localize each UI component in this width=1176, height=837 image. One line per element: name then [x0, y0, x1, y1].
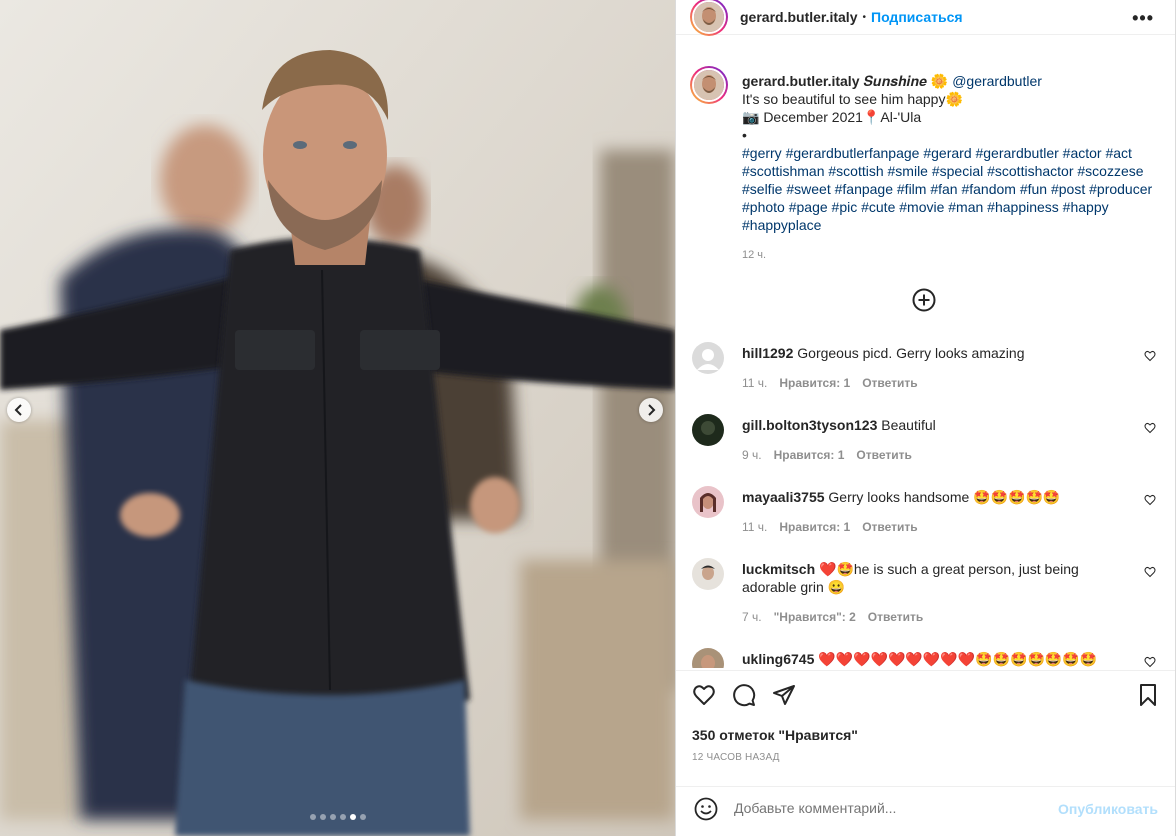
carousel-indicator	[0, 814, 675, 820]
previous-photo-button[interactable]	[7, 398, 31, 422]
comment-like-icon[interactable]	[1144, 422, 1156, 434]
follow-button[interactable]: Подписаться	[871, 9, 963, 25]
commenter-avatar[interactable]	[692, 648, 724, 668]
comment-time: 11 ч.	[742, 520, 768, 534]
commenter-avatar[interactable]	[692, 414, 724, 446]
emoji-smile-icon[interactable]	[694, 797, 718, 821]
caption-line: •	[742, 127, 747, 143]
comment-like-icon[interactable]	[1144, 350, 1156, 362]
comment-username[interactable]: gill.bolton3tyson123	[742, 417, 877, 433]
comment-username[interactable]: luckmitsch	[742, 561, 815, 577]
caption-line: 📷 December 2021📍Al-'Ula	[742, 109, 922, 125]
comment-like-icon[interactable]	[1144, 494, 1156, 506]
comment-time: 11 ч.	[742, 376, 768, 390]
comment-reply-button[interactable]: Ответить	[856, 448, 911, 462]
comment-composer: Опубликовать	[676, 786, 1176, 837]
action-bar	[692, 683, 1160, 713]
caption-line: It's so beautiful to see him happy🌼	[742, 91, 963, 107]
comment-username[interactable]: hill1292	[742, 345, 793, 361]
comment-text: mayaali3755 Gerry looks handsome 🤩🤩🤩🤩🤩	[742, 488, 1122, 506]
comment-reply-button[interactable]: Ответить	[868, 610, 923, 624]
comment-text: ukling6745 ❤️❤️❤️❤️❤️❤️❤️❤️❤️🤩🤩🤩🤩🤩🤩🤩	[742, 650, 1142, 668]
comment-meta: 9 ч. Нравится: 1 Ответить	[742, 448, 912, 462]
post-timestamp: 12 ЧАСОВ НАЗАД	[692, 752, 780, 763]
avatar-image	[694, 70, 724, 100]
avatar-image	[694, 2, 724, 32]
like-heart-icon[interactable]	[692, 683, 716, 707]
carousel-dot-active	[349, 814, 356, 820]
divider	[676, 670, 1176, 671]
publish-button[interactable]: Опубликовать	[1058, 801, 1158, 817]
comment-meta: 11 ч. Нравится: 1 Ответить	[742, 520, 918, 534]
comment-username[interactable]: ukling6745	[742, 651, 814, 667]
comment-body: Beautiful	[881, 417, 936, 433]
caption-avatar[interactable]	[690, 66, 728, 104]
caption-username[interactable]: gerard.butler.italy	[742, 73, 859, 89]
comment-like-icon[interactable]	[1144, 656, 1156, 668]
next-photo-button[interactable]	[639, 398, 663, 422]
comment-text: hill1292 Gorgeous picd. Gerry looks amaz…	[742, 344, 1122, 362]
plus-circle-icon	[912, 288, 936, 312]
comment-bubble-icon[interactable]	[732, 683, 756, 707]
commenter-avatar[interactable]	[692, 486, 724, 518]
author-username[interactable]: gerard.butler.italy	[740, 9, 857, 25]
comment-likes[interactable]: "Нравится": 2	[774, 610, 856, 624]
post-details-panel: gerard.butler.italy • Подписаться ••• ge…	[675, 0, 1176, 836]
post-header: gerard.butler.italy • Подписаться •••	[676, 0, 1176, 36]
carousel-dot	[339, 814, 346, 820]
chevron-right-icon	[648, 404, 656, 416]
caption-time: 12 ч.	[742, 249, 767, 261]
caption-text: gerard.butler.italy 𝑺𝒖𝒏𝒔𝒉𝒊𝒏𝒆 🌼 @gerardbu…	[742, 72, 1162, 264]
comment-body: Gerry looks handsome 🤩🤩🤩🤩🤩	[828, 489, 1061, 505]
comment-time: 9 ч.	[742, 448, 762, 462]
comment-likes[interactable]: Нравится: 1	[774, 448, 845, 462]
default-avatar-icon[interactable]	[692, 342, 724, 374]
carousel-dot	[359, 814, 366, 820]
carousel-dot	[329, 814, 336, 820]
comment-reply-button[interactable]: Ответить	[862, 520, 917, 534]
header-separator: •	[862, 11, 866, 23]
caption-hashtags[interactable]: #gerry #gerardbutlerfanpage #gerard #ger…	[742, 144, 1162, 234]
comment-text: luckmitsch ❤️🤩he is such a great person,…	[742, 560, 1122, 596]
carousel-dot	[319, 814, 326, 820]
commenter-avatar[interactable]	[692, 558, 724, 590]
chevron-left-icon	[14, 404, 22, 416]
author-avatar[interactable]	[690, 0, 728, 36]
comments-scroll-area[interactable]: gerard.butler.italy 𝑺𝒖𝒏𝒔𝒉𝒊𝒏𝒆 🌼 @gerardbu…	[676, 46, 1176, 668]
comment-body: ❤️❤️❤️❤️❤️❤️❤️❤️❤️🤩🤩🤩🤩🤩🤩🤩	[818, 651, 1098, 667]
comment-like-icon[interactable]	[1144, 566, 1156, 578]
comment-input[interactable]	[732, 799, 1056, 817]
photo-image	[0, 0, 675, 836]
comment-username[interactable]: mayaali3755	[742, 489, 825, 505]
share-paper-plane-icon[interactable]	[772, 683, 796, 707]
carousel-dot	[309, 814, 316, 820]
comment-text: gill.bolton3tyson123 Beautiful	[742, 416, 1122, 434]
comment-meta: 11 ч. Нравится: 1 Ответить	[742, 376, 918, 390]
likes-count[interactable]: 350 отметок "Нравится"	[692, 727, 858, 743]
caption-title: 𝑺𝒖𝒏𝒔𝒉𝒊𝒏𝒆 🌼	[863, 73, 949, 89]
save-bookmark-icon[interactable]	[1136, 683, 1160, 707]
caption-mention[interactable]: @gerardbutler	[952, 73, 1042, 89]
comment-body: Gorgeous picd. Gerry looks amazing	[797, 345, 1025, 361]
comment-likes[interactable]: Нравится: 1	[779, 520, 850, 534]
comment-likes[interactable]: Нравится: 1	[779, 376, 850, 390]
more-options-icon[interactable]: •••	[1132, 8, 1154, 29]
load-more-comments-button[interactable]	[912, 288, 936, 317]
comment-time: 7 ч.	[742, 610, 762, 624]
comment-reply-button[interactable]: Ответить	[862, 376, 917, 390]
comment-meta: 7 ч. "Нравится": 2 Ответить	[742, 610, 923, 624]
post-photo[interactable]	[0, 0, 675, 836]
